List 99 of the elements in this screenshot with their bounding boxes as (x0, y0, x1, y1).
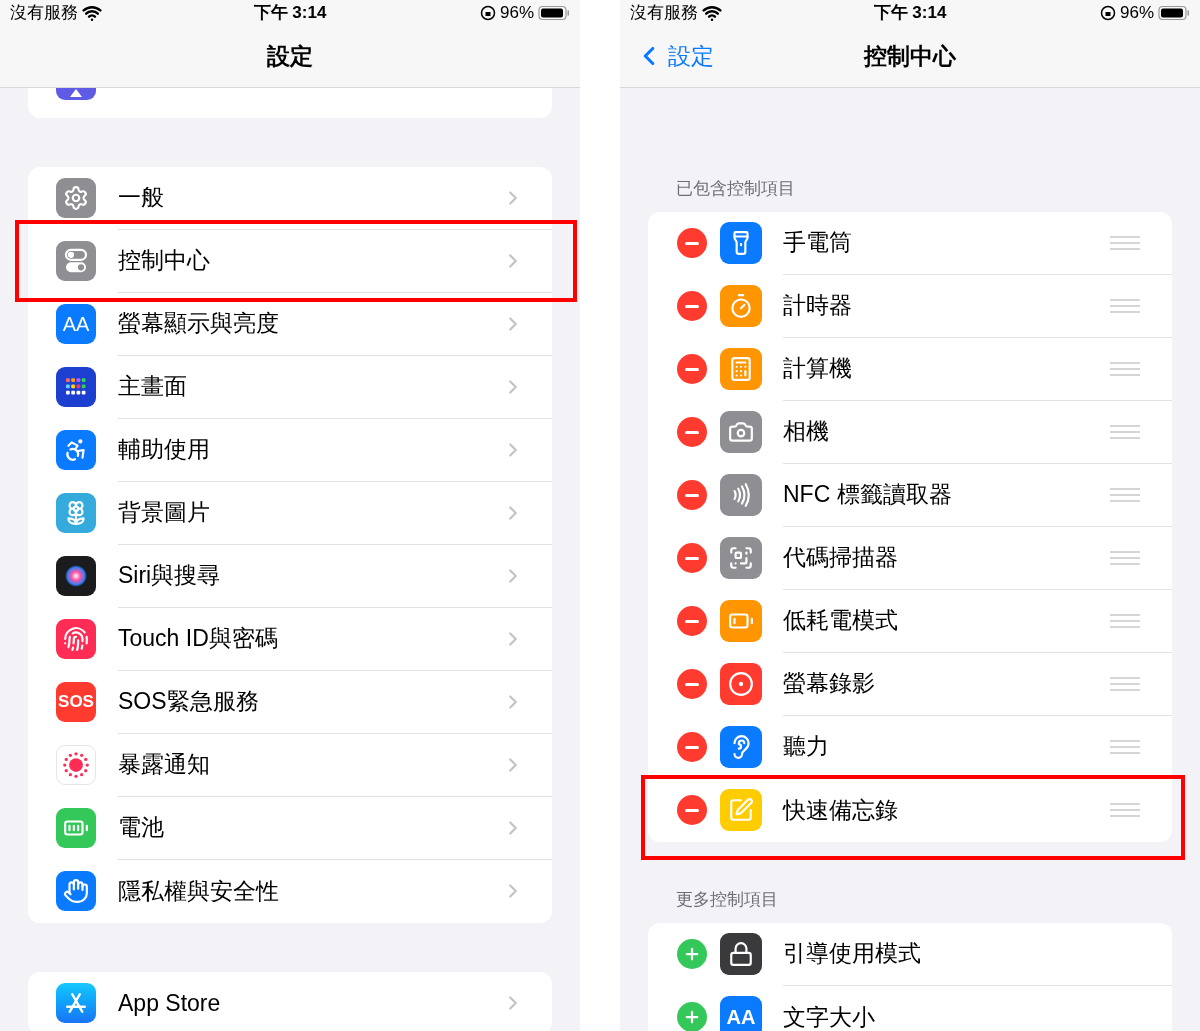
qr-code-icon (720, 537, 762, 579)
minus-icon (685, 367, 699, 371)
battery-icon (1158, 4, 1190, 21)
settings-item[interactable]: 螢幕顯示與亮度 (118, 306, 279, 341)
flashlight-icon (720, 222, 762, 264)
control-item[interactable]: 螢幕錄影 (783, 666, 875, 701)
control-item[interactable]: 相機 (783, 414, 829, 449)
settings-item[interactable]: Siri與搜尋 (118, 558, 221, 593)
nav-title: 控制中心 (864, 41, 956, 71)
text-size-icon: AA (56, 304, 96, 344)
control-item[interactable]: 低耗電模式 (783, 603, 898, 638)
control-item[interactable]: 計時器 (783, 288, 852, 323)
settings-item[interactable]: SOS緊急服務 (118, 684, 259, 719)
drag-handle-icon[interactable] (1110, 739, 1140, 754)
control-item[interactable]: 代碼掃描器 (783, 540, 898, 575)
drag-handle-icon[interactable] (1110, 676, 1140, 691)
battery-percent-text: 96% (1119, 2, 1154, 24)
settings-item[interactable]: App Store (118, 985, 221, 1021)
battery-icon (538, 4, 570, 21)
nav-title: 設定 (267, 41, 313, 71)
remove-button[interactable] (677, 480, 707, 510)
carrier-text: 沒有服務 (630, 2, 698, 24)
back-button[interactable]: 設定 (620, 38, 714, 74)
add-button[interactable] (677, 1002, 707, 1031)
lock-icon (720, 933, 762, 975)
minus-icon (685, 745, 699, 749)
drag-handle-icon[interactable] (1110, 298, 1140, 313)
flower-icon (56, 493, 96, 533)
control-item[interactable]: 快速備忘錄 (783, 792, 898, 828)
drag-handle-icon[interactable] (1110, 550, 1140, 565)
battery-icon (720, 600, 762, 642)
remove-button[interactable] (677, 417, 707, 447)
record-icon (720, 663, 762, 705)
timer-icon (720, 285, 762, 327)
ear-icon (720, 726, 762, 768)
remove-button[interactable] (677, 543, 707, 573)
minus-icon (685, 493, 699, 497)
settings-item[interactable]: 一般 (118, 180, 164, 215)
plus-icon (683, 1008, 701, 1026)
battery-icon (56, 808, 96, 848)
settings-item[interactable]: 背景圖片 (118, 495, 210, 530)
note-icon (720, 789, 762, 831)
drag-handle-icon[interactable] (1110, 613, 1140, 628)
carrier-text: 沒有服務 (10, 2, 78, 24)
remove-button[interactable] (677, 795, 707, 825)
toggle-icon (56, 241, 96, 281)
drag-handle-icon[interactable] (1110, 803, 1140, 817)
text-size-icon: AA (720, 996, 762, 1031)
drag-handle-icon[interactable] (1110, 361, 1140, 376)
minus-icon (685, 619, 699, 623)
battery-percent-text: 96% (499, 2, 534, 24)
drag-handle-icon[interactable] (1110, 235, 1140, 250)
settings-item[interactable]: 控制中心 (118, 243, 210, 278)
remove-button[interactable] (677, 228, 707, 258)
settings-item[interactable]: 暴露通知 (118, 747, 210, 782)
hand-icon (56, 871, 96, 911)
section-header: 已包含控制項目 (676, 177, 795, 200)
settings-item[interactable]: 主畫面 (118, 369, 187, 404)
section-header: 更多控制項目 (676, 888, 778, 911)
fingerprint-icon (56, 619, 96, 659)
settings-item[interactable]: Touch ID與密碼 (118, 621, 278, 656)
remove-button[interactable] (677, 291, 707, 321)
minus-icon (685, 241, 699, 245)
add-button[interactable] (677, 939, 707, 969)
accessibility-icon (56, 430, 96, 470)
nfc-icon (720, 474, 762, 516)
control-item[interactable]: 手電筒 (783, 225, 852, 260)
sun-dots-icon (56, 745, 96, 785)
clock-text: 下午 3:14 (873, 2, 947, 24)
minus-icon (685, 304, 699, 308)
clock-text: 下午 3:14 (253, 2, 327, 24)
minus-icon (685, 430, 699, 434)
gear-icon (56, 178, 96, 218)
rotation-lock-icon (1099, 4, 1116, 21)
app-grid-icon (56, 367, 96, 407)
camera-icon (720, 411, 762, 453)
drag-handle-icon[interactable] (1110, 424, 1140, 439)
rotation-lock-icon (479, 4, 496, 21)
remove-button[interactable] (677, 669, 707, 699)
plus-icon (683, 945, 701, 963)
orb-icon (56, 556, 96, 596)
app-store-icon (56, 983, 96, 1023)
minus-icon (685, 808, 699, 812)
remove-button[interactable] (677, 354, 707, 384)
drag-handle-icon[interactable] (1110, 487, 1140, 502)
settings-item[interactable]: 輔助使用 (118, 432, 210, 467)
settings-item[interactable]: 隱私權與安全性 (118, 873, 279, 909)
control-item[interactable]: 引導使用模式 (783, 936, 921, 971)
remove-button[interactable] (677, 606, 707, 636)
settings-item[interactable]: 電池 (118, 810, 164, 845)
remove-button[interactable] (677, 732, 707, 762)
sos-icon: SOS (56, 682, 96, 722)
control-item[interactable]: 文字大小 (783, 999, 875, 1031)
minus-icon (685, 556, 699, 560)
control-item[interactable]: 計算機 (783, 351, 852, 386)
control-item[interactable]: 聽力 (783, 729, 829, 764)
minus-icon (685, 682, 699, 686)
control-item[interactable]: NFC 標籤讀取器 (783, 477, 952, 512)
calculator-icon (720, 348, 762, 390)
